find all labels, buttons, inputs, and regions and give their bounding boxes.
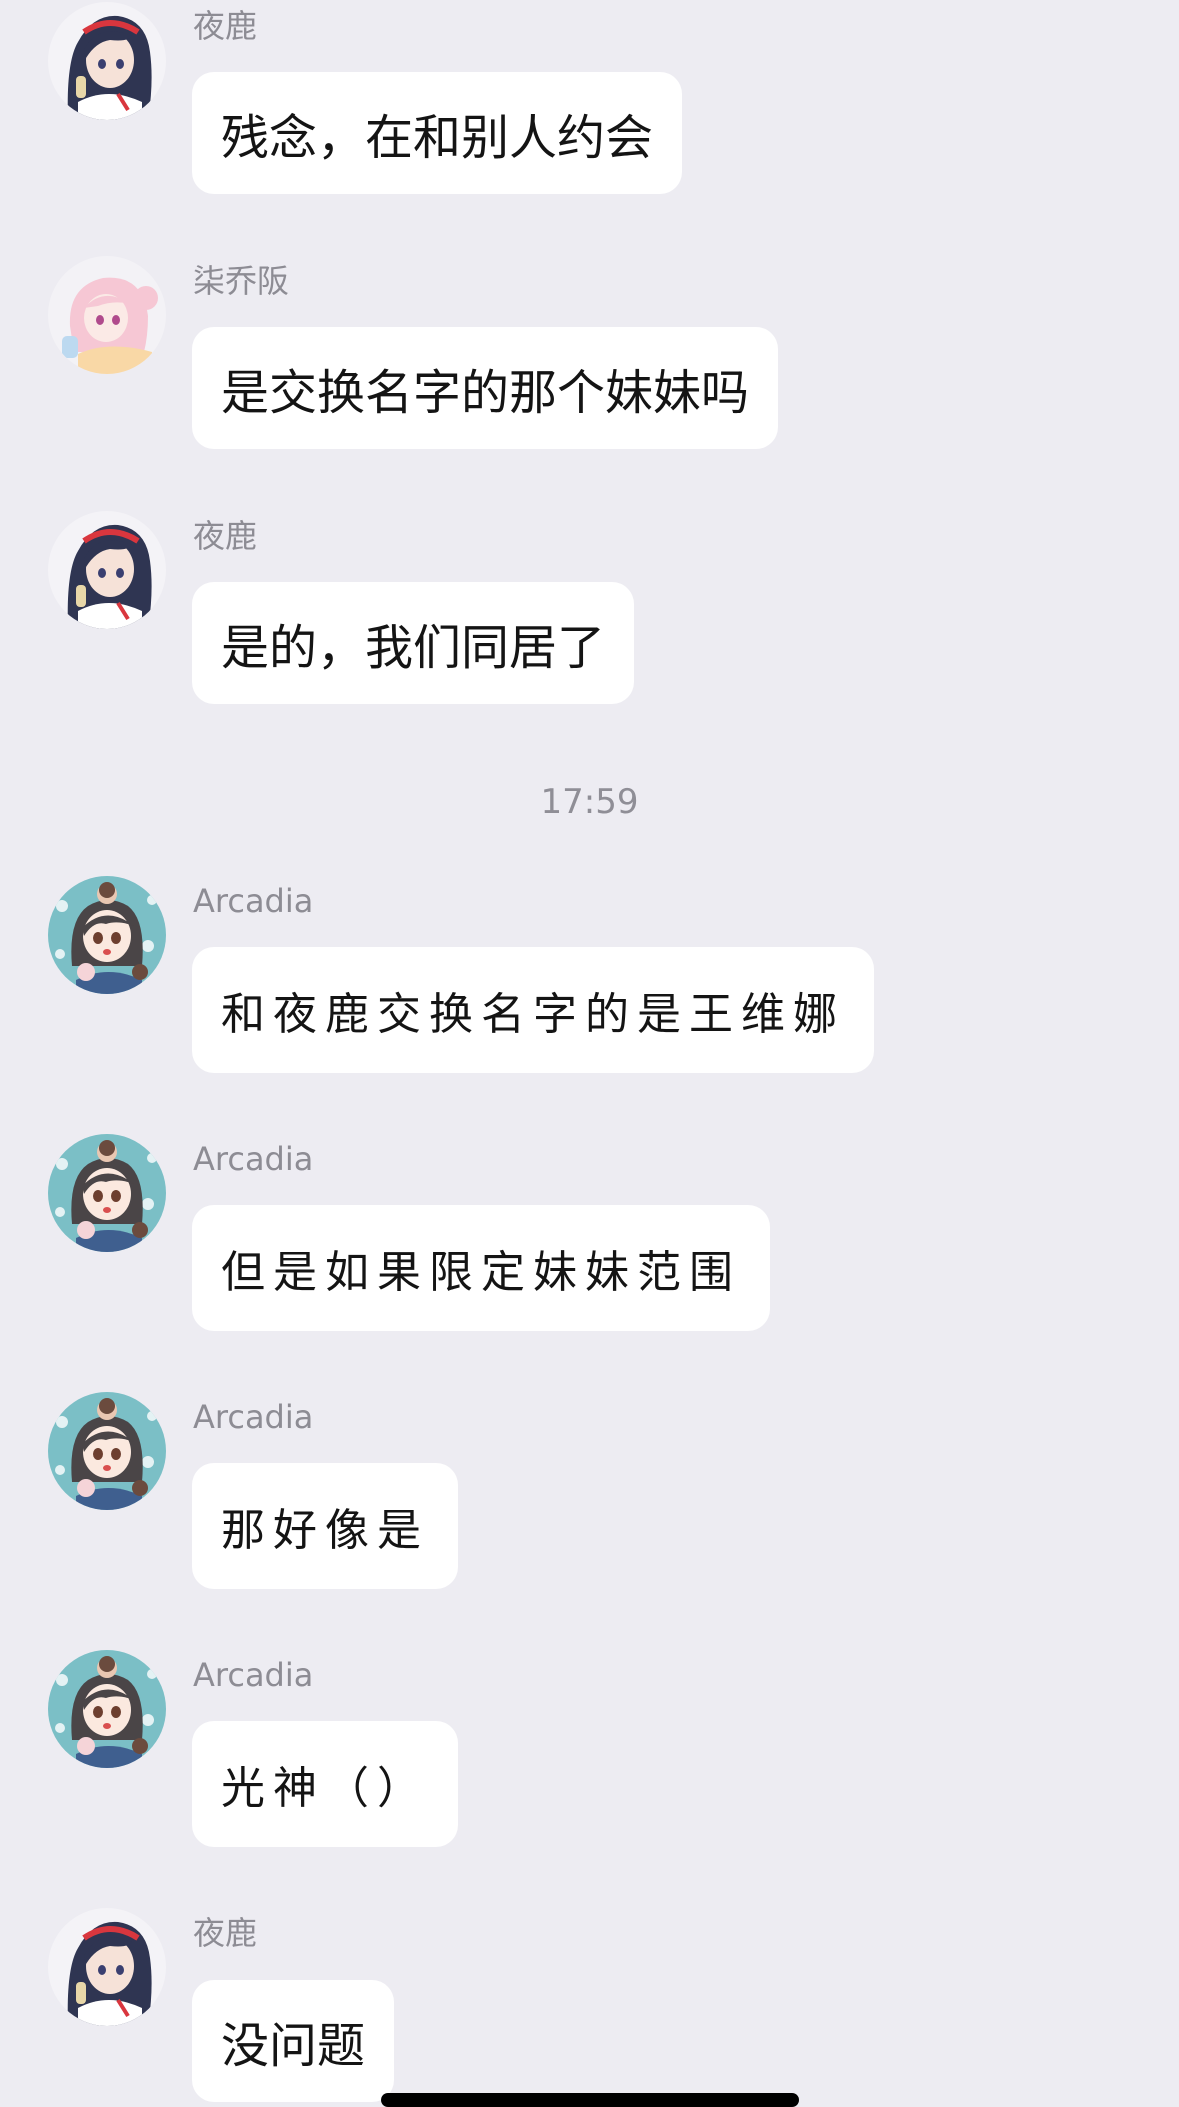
sender-name: Arcadia — [193, 1140, 314, 1178]
message-bubble[interactable]: 但是如果限定妹妹范围 — [192, 1205, 770, 1331]
sender-name: 柒乔阪 — [193, 262, 290, 300]
message-bubble[interactable]: 光神（） — [192, 1721, 458, 1847]
sender-name: Arcadia — [193, 1656, 314, 1694]
sender-name: 夜鹿 — [193, 1914, 258, 1952]
avatar-image — [48, 876, 166, 994]
avatar-image — [48, 2, 166, 120]
sender-name: Arcadia — [193, 882, 314, 920]
message-bubble[interactable]: 那好像是 — [192, 1463, 458, 1589]
avatar[interactable] — [48, 2, 166, 120]
avatar-image — [48, 1908, 166, 2026]
avatar[interactable] — [48, 511, 166, 629]
avatar[interactable] — [48, 1392, 166, 1510]
avatar-image — [48, 511, 166, 629]
sender-name: Arcadia — [193, 1398, 314, 1436]
sender-name: 夜鹿 — [193, 517, 258, 555]
timestamp-divider: 17:59 — [540, 782, 639, 822]
message-bubble[interactable]: 和夜鹿交换名字的是王维娜 — [192, 947, 874, 1073]
avatar-image — [48, 1392, 166, 1510]
avatar-image — [48, 256, 166, 374]
avatar-image — [48, 1650, 166, 1768]
message-bubble[interactable]: 没问题 — [192, 1980, 395, 2102]
avatar-image — [48, 1134, 166, 1252]
avatar[interactable] — [48, 256, 166, 374]
avatar[interactable] — [48, 1908, 166, 2026]
message-bubble[interactable]: 是的，我们同居了 — [192, 582, 635, 704]
message-bubble[interactable]: 是交换名字的那个妹妹吗 — [192, 327, 779, 449]
sender-name: 夜鹿 — [193, 7, 258, 45]
avatar[interactable] — [48, 1134, 166, 1252]
avatar[interactable] — [48, 876, 166, 994]
avatar[interactable] — [48, 1650, 166, 1768]
message-bubble[interactable]: 残念，在和别人约会 — [192, 72, 683, 194]
